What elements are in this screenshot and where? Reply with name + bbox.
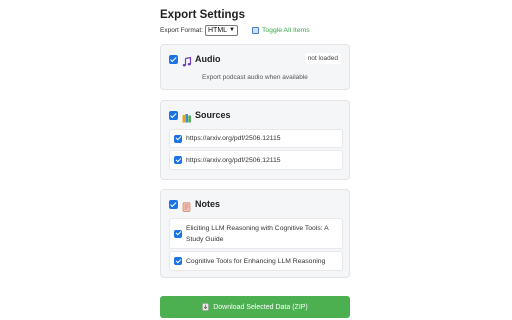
audio-status-badge: not loaded [304,53,341,64]
sources-header: Sources [169,109,231,123]
notes-checkbox[interactable] [169,199,178,209]
audio-header: Audio [169,53,221,67]
chevron-down-icon: ▼ [229,27,235,33]
note-item-checkbox[interactable] [174,229,182,238]
audio-section: Audio not loaded Export podcast audio wh… [160,44,350,90]
sources-label: Sources [195,110,231,120]
download-label: Download Selected Data (ZIP) [213,303,308,311]
source-item[interactable]: https://arxiv.org/pdf/2506.12115 [169,129,343,148]
music-note-icon [182,54,192,67]
notes-header: Notes [169,198,221,212]
export-format-label: Export Format: [160,26,203,34]
source-item-label: https://arxiv.org/pdf/2506.12115 [186,156,281,164]
export-format-row: Export Format: HTML ▼ Toggle All Items [160,23,350,37]
memo-icon [182,199,192,212]
source-item-label: https://arxiv.org/pdf/2506.12115 [186,135,281,142]
note-item[interactable]: Cognitive Tools for Enhancing LLM Reason… [169,251,343,271]
source-item[interactable]: https://arxiv.org/pdf/2506.12115 [169,150,343,170]
sources-section: Sources https://arxiv.org/pdf/2506.12115… [160,100,350,180]
audio-label: Audio [195,54,221,64]
note-item-label: Cognitive Tools for Enhancing LLM Reason… [186,257,326,265]
export-format-value: HTML [207,26,228,34]
audio-checkbox[interactable] [169,54,178,64]
notes-label: Notes [195,199,221,209]
notes-section: Notes Eliciting LLM Reasoning with Cogni… [160,189,350,278]
toggle-all-label: Toggle All Items [262,26,310,34]
source-item-checkbox[interactable] [174,134,182,143]
note-item-checkbox[interactable] [174,257,182,265]
page-title: Export Settings [160,9,245,21]
export-settings-panel: Export Settings Export Format: HTML ▼ To… [160,8,350,37]
download-zip-button[interactable]: Download Selected Data (ZIP) [160,296,350,318]
audio-description: Export podcast audio when available [202,74,308,81]
toggle-icon [252,26,259,34]
toggle-all-button[interactable]: Toggle All Items [252,26,310,34]
note-item-label: Eliciting LLM Reasoning with Cognitive T… [186,224,329,243]
books-icon [182,110,192,123]
sources-checkbox[interactable] [169,110,178,120]
source-item-checkbox[interactable] [174,156,182,164]
download-icon [202,303,210,311]
note-item[interactable]: Eliciting LLM Reasoning with Cognitive T… [169,218,343,249]
export-format-select[interactable]: HTML ▼ [204,24,238,36]
